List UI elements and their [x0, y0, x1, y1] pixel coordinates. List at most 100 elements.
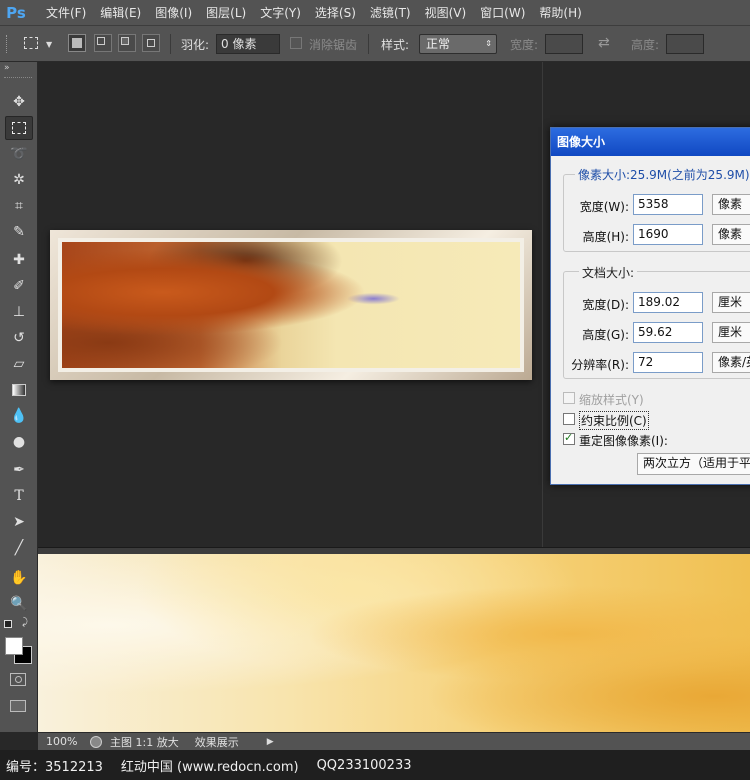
- doc-width-input[interactable]: 189.02: [633, 292, 703, 313]
- status-info-icon[interactable]: [90, 735, 102, 748]
- antialias-label: 消除锯齿: [309, 38, 358, 52]
- dialog-title: 图像大小: [551, 128, 750, 156]
- width-input[interactable]: [545, 34, 583, 54]
- menu-edit[interactable]: 编辑(E): [100, 4, 141, 21]
- subtract-selection-icon[interactable]: [118, 34, 136, 52]
- menu-view[interactable]: 视图(V): [425, 4, 467, 21]
- brush-tool-icon[interactable]: ✐: [5, 274, 33, 298]
- menu-file[interactable]: 文件(F): [46, 4, 86, 21]
- zoom-level[interactable]: 100%: [46, 735, 84, 748]
- eyedropper-tool-icon[interactable]: ✎: [5, 220, 33, 244]
- image-size-dialog: 图像大小 像素大小:25.9M(之前为25.9M) 宽度(W): 5358 像素…: [550, 127, 750, 485]
- photoshop-logo: Ps: [6, 3, 26, 22]
- constrain-proportions-label: 约束比例(C): [579, 411, 649, 430]
- resample-label: 重定图像像素(I):: [579, 434, 668, 448]
- width-label: 宽度:: [510, 38, 539, 52]
- select-arrows-icon: ⇕: [485, 39, 492, 48]
- screen-mode-icon[interactable]: [10, 700, 26, 712]
- height-input[interactable]: [666, 34, 704, 54]
- pixel-dimensions-legend: 像素大小:25.9M(之前为25.9M): [575, 166, 750, 183]
- watermark-site: 红动中国 (www.redocn.com): [120, 759, 299, 775]
- quick-mask-icon[interactable]: [10, 673, 26, 686]
- style-select-value: 正常: [426, 37, 451, 51]
- status-menu-arrow-icon[interactable]: ▶: [267, 737, 274, 747]
- pixel-width-input[interactable]: 5358: [633, 194, 703, 215]
- resolution-label: 分辨率(R):: [571, 358, 629, 372]
- swap-colors-icon[interactable]: ⤸: [22, 617, 28, 628]
- menu-type[interactable]: 文字(Y): [260, 4, 301, 21]
- document-preview-frame: [50, 230, 532, 380]
- collapse-arrows-icon[interactable]: »: [4, 63, 10, 73]
- style-select[interactable]: 正常 ⇕: [419, 34, 497, 54]
- blur-tool-icon[interactable]: 💧: [5, 404, 33, 428]
- toolbox: » ✥ ➰ ✲ ⌗ ✎ ✚ ✐ ⊥ ↺ ▱ 💧 ● ✒ T ➤ ╱ ✋ 🔍 ⤸: [0, 62, 38, 732]
- watermark-id: 编号：3512213: [6, 759, 103, 775]
- healing-brush-tool-icon[interactable]: ✚: [5, 248, 33, 272]
- doc-width-label: 宽度(D):: [582, 298, 629, 312]
- pen-tool-icon[interactable]: ✒: [5, 458, 33, 482]
- status-text-2: 效果展示: [194, 735, 239, 749]
- doc-height-label: 高度(G):: [582, 328, 629, 342]
- default-colors-icon[interactable]: [4, 620, 12, 628]
- intersect-selection-icon[interactable]: [142, 34, 160, 52]
- window-divider: [38, 547, 750, 554]
- panel-divider: [542, 62, 543, 548]
- swap-icon[interactable]: ⇄: [598, 35, 610, 51]
- preset-dropdown-arrow-icon[interactable]: ▼: [46, 40, 52, 49]
- hand-tool-icon[interactable]: ✋: [5, 566, 33, 590]
- resample-checkbox[interactable]: ✓: [563, 431, 575, 445]
- clone-stamp-tool-icon[interactable]: ⊥: [5, 300, 33, 324]
- watermark-qq: QQ233100233: [316, 757, 412, 773]
- menu-image[interactable]: 图像(I): [155, 4, 192, 21]
- resolution-unit-select[interactable]: 像素/英: [712, 352, 750, 373]
- menu-window[interactable]: 窗口(W): [480, 4, 525, 21]
- history-brush-tool-icon[interactable]: ↺: [5, 326, 33, 350]
- checkmark-icon: ✓: [564, 431, 574, 444]
- eraser-tool-icon[interactable]: ▱: [5, 352, 33, 376]
- lasso-tool-icon[interactable]: ➰: [5, 142, 33, 166]
- separator: [170, 34, 171, 54]
- menu-select[interactable]: 选择(S): [315, 4, 356, 21]
- feather-input[interactable]: 0 像素: [216, 34, 280, 54]
- grip-icon: [6, 35, 10, 53]
- separator: [368, 34, 369, 54]
- doc-height-unit-select[interactable]: 厘米: [712, 322, 750, 343]
- marble-texture-image: [38, 554, 750, 732]
- gradient-tool-icon[interactable]: [5, 378, 33, 402]
- magic-wand-tool-icon[interactable]: ✲: [5, 168, 33, 192]
- watermark-footer: 编号：3512213 红动中国 (www.redocn.com) QQ23310…: [0, 750, 750, 780]
- scale-styles-checkbox[interactable]: [563, 392, 575, 404]
- new-selection-icon[interactable]: [68, 34, 86, 52]
- status-bar: 100% 主图 1:1 放大 效果展示 ▶: [38, 732, 750, 750]
- pixel-height-input[interactable]: 1690: [633, 224, 703, 245]
- foreground-color-swatch[interactable]: [5, 637, 23, 655]
- feather-label: 羽化:: [181, 38, 210, 52]
- add-to-selection-icon[interactable]: [94, 34, 112, 52]
- menu-filter[interactable]: 滤镜(T): [370, 4, 411, 21]
- dodge-tool-icon[interactable]: ●: [5, 430, 33, 454]
- marble-artwork-image: [62, 242, 520, 368]
- line-tool-icon[interactable]: ╱: [5, 536, 33, 560]
- marquee-preset-icon[interactable]: [24, 37, 38, 49]
- options-bar: ▼ 羽化: 0 像素 消除锯齿 样式: 正常 ⇕ 宽度: ⇄ 高度:: [0, 26, 750, 62]
- resolution-input[interactable]: 72: [633, 352, 703, 373]
- doc-height-input[interactable]: 59.62: [633, 322, 703, 343]
- type-tool-icon[interactable]: T: [5, 484, 33, 508]
- zoom-tool-icon[interactable]: 🔍: [5, 592, 33, 616]
- doc-width-unit-select[interactable]: 厘米: [712, 292, 750, 313]
- menu-layer[interactable]: 图层(L): [206, 4, 246, 21]
- crop-tool-icon[interactable]: ⌗: [5, 194, 33, 218]
- status-text: 主图 1:1 放大: [110, 735, 179, 749]
- style-label: 样式:: [381, 38, 410, 52]
- resample-method-select[interactable]: 两次立方（适用于平: [637, 453, 750, 475]
- menu-help[interactable]: 帮助(H): [539, 4, 581, 21]
- height-label: 高度:: [631, 38, 660, 52]
- pixel-height-unit-select[interactable]: 像素: [712, 224, 750, 245]
- pixel-width-unit-select[interactable]: 像素: [712, 194, 750, 215]
- constrain-proportions-checkbox[interactable]: [563, 413, 575, 425]
- marquee-tool-icon[interactable]: [5, 116, 33, 140]
- move-tool-icon[interactable]: ✥: [5, 90, 33, 114]
- antialias-checkbox[interactable]: [290, 37, 302, 49]
- document-preview-mat: [58, 238, 524, 372]
- path-selection-tool-icon[interactable]: ➤: [5, 510, 33, 534]
